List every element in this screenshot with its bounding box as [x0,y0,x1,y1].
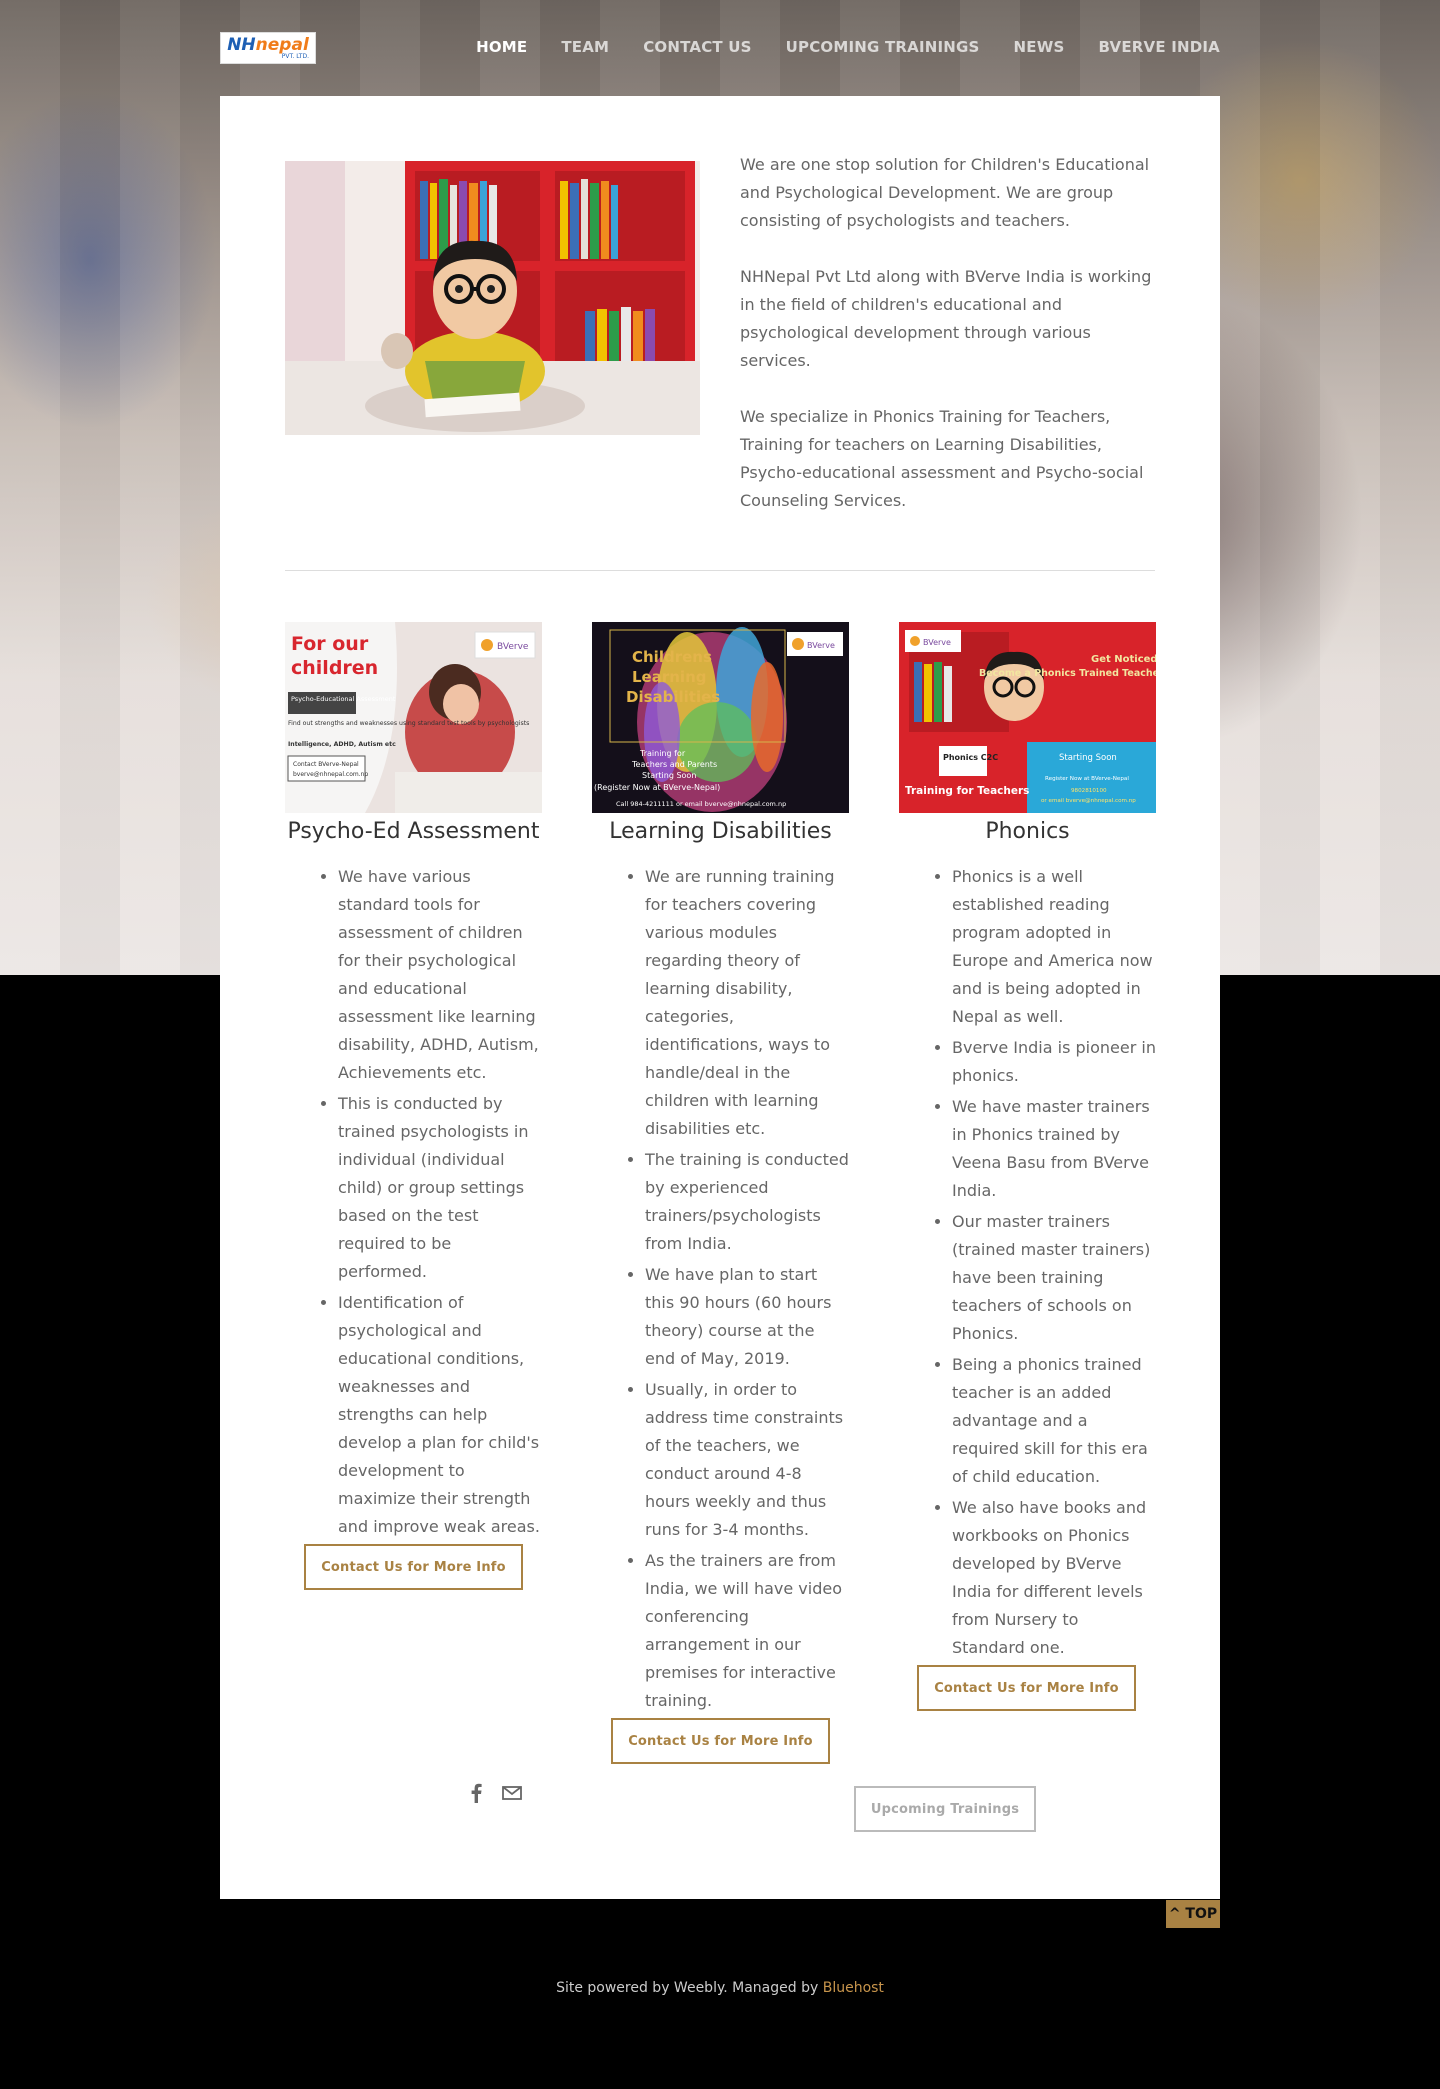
phonics-title: Phonics [985,819,1070,844]
poster-right-4: or email bverve@nhnepal.com.np [1041,798,1136,804]
list-item: Being a phonics trained teacher is an ad… [952,1351,1156,1491]
list-item: Usually, in order to address time constr… [645,1376,849,1544]
list-item: We have various standard tools for asses… [338,863,542,1087]
poster-headline-1: Get Noticed [1091,654,1156,665]
intro-paragraph-1: We are one stop solution for Children's … [740,155,1150,230]
poster-headline-2: children [291,657,378,679]
learning-disabilities-list: We are running training for teachers cov… [592,863,849,1715]
mail-icon[interactable] [501,1782,523,1808]
facebook-icon[interactable] [467,1782,487,1808]
list-item: This is conducted by trained psychologis… [338,1090,542,1286]
list-item: We also have books and workbooks on Phon… [952,1494,1156,1662]
poster-badge: Phonics C2C [943,753,998,762]
main-nav: HOME TEAM CONTACT US UPCOMING TRAININGS … [476,38,1220,56]
footer-text: Site powered by Weebly. Managed by [556,1980,823,1996]
site-footer: Site powered by Weebly. Managed by Blueh… [0,1980,1440,1996]
poster-headline-3: Disabilities [626,688,720,706]
phonics-poster: BVerve Get Noticed Become a Phonics Trai… [899,622,1156,813]
nav-news[interactable]: NEWS [1014,38,1065,56]
phonics-list: Phonics is a well established reading pr… [899,863,1156,1662]
poster-contact-1: Contact BVerve-Nepal [293,761,359,768]
poster-line-5: Call 984-4211111 or email bverve@nhnepal… [616,800,786,808]
poster-headline-2: Learning [632,668,707,686]
service-phonics: BVerve Get Noticed Become a Phonics Trai… [899,622,1156,1665]
site-logo[interactable]: NHnepal PVT. LTD. [220,32,316,64]
learning-disabilities-title: Learning Disabilities [609,819,832,844]
poster-left-banner: Training for Teachers [905,785,1029,797]
poster-line-4: (Register Now at BVerve-Nepal) [594,783,720,792]
nav-bverve-india[interactable]: BVERVE INDIA [1099,38,1221,56]
logo-text-nh: NH [227,34,256,55]
list-item: Identification of psychological and educ… [338,1289,542,1541]
back-to-top-button[interactable]: ^ TOP [1166,1900,1220,1928]
list-item: Bverve India is pioneer in phonics. [952,1034,1156,1090]
list-item: We have plan to start this 90 hours (60 … [645,1261,849,1373]
logo-text-nepal: nepal [255,34,309,55]
phonics-contact-button[interactable]: Contact Us for More Info [917,1665,1136,1711]
intro-paragraph-3: We specialize in Phonics Training for Te… [740,407,1144,510]
poster-headline-2: Become a Phonics Trained Teacher [979,668,1156,679]
list-item: Our master trainers (trained master trai… [952,1208,1156,1348]
psycho-ed-title: Psycho-Ed Assessment [287,819,540,844]
intro-paragraph-2: NHNepal Pvt Ltd along with BVerve India … [740,267,1152,370]
poster-brand: BVerve [923,638,951,647]
nav-upcoming-trainings[interactable]: UPCOMING TRAININGS [786,38,980,56]
list-item: We are running training for teachers cov… [645,863,849,1143]
nav-contact-us[interactable]: CONTACT US [643,38,751,56]
service-psycho-ed: BVerve For our children Psycho-Education… [285,622,542,1544]
list-item: We have master trainers in Phonics train… [952,1093,1156,1205]
list-item: The training is conducted by experienced… [645,1146,849,1258]
poster-brand: BVerve [497,642,529,652]
poster-right-2: Register Now at BVerve-Nepal [1045,776,1129,782]
psycho-ed-contact-button[interactable]: Contact Us for More Info [304,1544,523,1590]
poster-right-3: 9802810100 [1071,788,1107,794]
poster-tag: Psycho-Educational Assessment [291,695,396,703]
upcoming-trainings-button[interactable]: Upcoming Trainings [854,1786,1036,1832]
poster-contact-2: bverve@nhnepal.com.np [293,771,368,778]
poster-headline-1: Childrens [632,648,712,666]
intro-text: We are one stop solution for Children's … [740,151,1160,543]
psycho-ed-list: We have various standard tools for asses… [285,863,542,1541]
footer-bluehost-link[interactable]: Bluehost [823,1980,884,1996]
list-item: As the trainers are from India, we will … [645,1547,849,1715]
nav-team[interactable]: TEAM [561,38,609,56]
poster-brand: BVerve [807,641,835,650]
list-item: Phonics is a well established reading pr… [952,863,1156,1031]
hero-photo [285,161,700,435]
nav-home[interactable]: HOME [476,38,527,56]
poster-headline-1: For our [291,633,369,655]
poster-bold: Intelligence, ADHD, Autism etc [288,741,396,748]
poster-line-2: Teachers and Parents [631,760,717,769]
learning-disabilities-contact-button[interactable]: Contact Us for More Info [611,1718,830,1764]
psycho-ed-poster: BVerve For our children Psycho-Education… [285,622,542,813]
learning-disabilities-poster: BVerve Childrens Learning Disabilities T… [592,622,849,813]
poster-right-1: Starting Soon [1059,753,1117,763]
poster-body: Find out strengths and weaknesses using … [288,720,529,727]
poster-line-3: Starting Soon [642,771,696,780]
main-content-card: We are one stop solution for Children's … [220,96,1220,1899]
service-learning-disabilities: BVerve Childrens Learning Disabilities T… [592,622,849,1718]
logo-subtext: PVT. LTD. [281,52,309,60]
poster-line-1: Training for [639,749,686,758]
section-divider [285,570,1155,571]
social-icons [467,1782,523,1808]
